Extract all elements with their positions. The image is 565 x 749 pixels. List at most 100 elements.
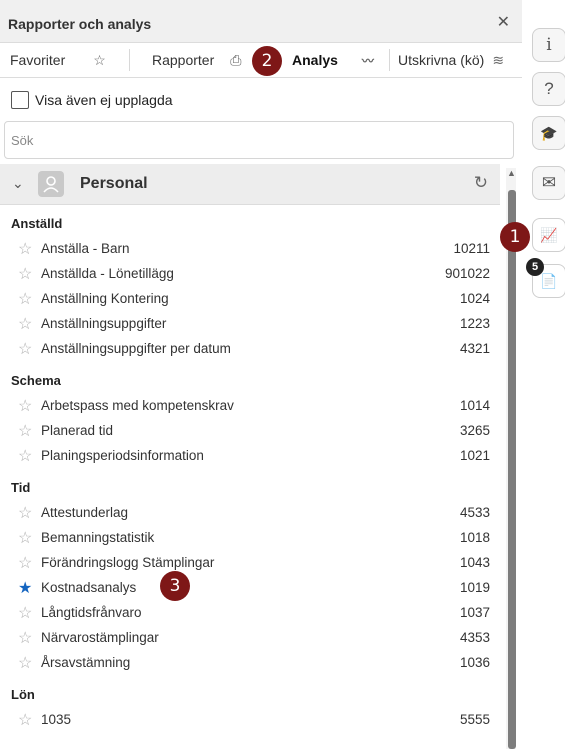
star-icon[interactable]: ☆ (18, 528, 32, 548)
scrollbar-thumb[interactable] (508, 190, 516, 749)
info-button[interactable]: i (532, 28, 565, 62)
tab-analys[interactable]: Analys 〰 (292, 43, 374, 77)
tab-rapporter[interactable]: Rapporter ⎙ (152, 43, 241, 77)
show-unpublished-checkbox[interactable] (11, 91, 29, 109)
item-count: 1037 (459, 605, 490, 620)
layers-icon: ≋ (492, 51, 505, 68)
mail-button[interactable]: ✉ (532, 166, 565, 200)
item-label: Årsavstämning (41, 655, 131, 670)
group-header-personal[interactable]: ⌄ Personal ↻ (0, 164, 500, 205)
star-icon[interactable]: ☆ (18, 553, 32, 573)
item-label: Attestunderlag (41, 505, 129, 520)
list-item[interactable]: ☆ Närvarostämplingar 4353 (0, 626, 500, 651)
list-item[interactable]: ☆ Anställningsuppgifter 1223 (0, 312, 500, 337)
item-label: Planerad tid (41, 423, 114, 438)
item-count: 901022 (444, 266, 490, 281)
item-label: Närvarostämplingar (41, 630, 159, 645)
star-icon[interactable]: ☆ (18, 503, 32, 523)
star-icon[interactable]: ☆ (18, 421, 32, 441)
item-label: Kostnadsanalys (41, 580, 137, 595)
list-item-favorite[interactable]: ★ Kostnadsanalys 1019 3 (0, 571, 500, 601)
right-sidebar: i ? 🎓 ✉ 📈 📄 5 (522, 0, 565, 749)
item-label: Planingsperiodsinformation (41, 448, 204, 463)
callout-badge-3: 3 (160, 571, 190, 601)
graduation-cap-icon: 🎓 (540, 124, 558, 141)
star-filled-icon[interactable]: ★ (18, 578, 32, 598)
item-count: 10211 (453, 241, 490, 256)
item-count: 5555 (459, 712, 490, 727)
help-button[interactable]: ? (532, 72, 565, 106)
education-button[interactable]: 🎓 (532, 116, 565, 150)
section-title: Schema (11, 373, 61, 388)
star-icon[interactable]: ☆ (18, 710, 32, 730)
star-icon[interactable]: ☆ (18, 289, 32, 309)
item-count: 1018 (459, 530, 490, 545)
tab-label: Utskrivna (kö) (398, 52, 485, 68)
item-count: 1021 (459, 448, 490, 463)
section-title: Anställd (11, 216, 63, 231)
star-icon[interactable]: ☆ (18, 396, 32, 416)
tab-favoriter[interactable]: Favoriter ☆ (10, 43, 106, 77)
scroll-up-arrow-icon[interactable]: ▲ (507, 168, 516, 178)
reports-panel: Rapporter och analys ✕ Favoriter ☆ Rappo… (0, 0, 523, 749)
item-label: 1035 (41, 712, 72, 727)
item-count: 1043 (459, 555, 490, 570)
item-count: 4353 (459, 630, 490, 645)
list-item[interactable]: ☆ Attestunderlag 4533 (0, 501, 500, 526)
list-item[interactable]: ☆ Planingsperiodsinformation 1021 (0, 444, 500, 469)
list-item[interactable]: ☆ Anställda - Lönetillägg 901022 (0, 262, 500, 287)
report-list: Anställd ☆ Anställa - Barn 10211 ☆ Anställd… (0, 205, 500, 733)
list-item[interactable]: ☆ Planerad tid 3265 (0, 419, 500, 444)
item-count: 1024 (459, 291, 490, 306)
list-item[interactable]: ☆ Årsavstämning 1036 (0, 651, 500, 676)
show-unpublished-row[interactable]: Visa även ej upplagda (11, 91, 173, 109)
star-icon[interactable]: ☆ (18, 239, 32, 259)
list-item[interactable]: ☆ Långtidsfrånvaro 1037 (0, 601, 500, 626)
item-label: Anställningsuppgifter per datum (41, 341, 231, 356)
chevron-down-icon[interactable]: ⌄ (12, 175, 24, 192)
group-title: Personal (80, 175, 148, 192)
printer-icon: ⎙ (230, 51, 242, 68)
item-label: Anställa - Barn (41, 241, 130, 256)
list-item[interactable]: ☆ Arbetspass med kompetenskrav 1014 (0, 394, 500, 419)
list-item[interactable]: ☆ 1035 5555 (0, 708, 500, 733)
item-label: Långtidsfrånvaro (41, 605, 142, 620)
list-item[interactable]: ☆ Anställningsuppgifter per datum 4321 (0, 337, 500, 362)
callout-badge-1: 1 (500, 222, 530, 252)
report-chart-icon: 📈 (540, 226, 558, 243)
tab-utskrivna[interactable]: Utskrivna (kö) ≋ (398, 43, 504, 77)
panel-titlebar: Rapporter och analys ✕ (0, 0, 522, 43)
mail-icon: ✉ (541, 173, 557, 192)
tab-label: Favoriter (10, 52, 66, 68)
list-item[interactable]: ☆ Förändringslogg Stämplingar 1043 (0, 551, 500, 576)
star-icon[interactable]: ☆ (18, 603, 32, 623)
item-count: 1223 (459, 316, 490, 331)
star-icon[interactable]: ☆ (18, 628, 32, 648)
star-icon[interactable]: ☆ (18, 339, 32, 359)
star-icon[interactable]: ☆ (18, 314, 32, 334)
tab-divider (129, 49, 130, 71)
star-icon[interactable]: ☆ (18, 653, 32, 673)
search-input[interactable] (4, 121, 514, 159)
list-item[interactable]: ☆ Anställa - Barn 10211 (0, 237, 500, 262)
item-count: 1019 (459, 580, 490, 595)
star-icon[interactable]: ☆ (18, 446, 32, 466)
callout-badge-2: 2 (252, 46, 282, 76)
close-icon[interactable]: ✕ (497, 12, 510, 32)
list-item[interactable]: ☆ Anställning Kontering 1024 (0, 287, 500, 312)
refresh-icon[interactable]: ↻ (474, 173, 488, 193)
item-count: 4321 (459, 341, 490, 356)
star-icon[interactable]: ☆ (18, 264, 32, 284)
help-icon: ? (544, 79, 554, 98)
report-button[interactable]: 📈 (532, 218, 565, 252)
tab-label: Analys (292, 52, 338, 68)
item-label: Bemanningstatistik (41, 530, 155, 545)
tab-label: Rapporter (152, 52, 215, 68)
item-label: Anställning Kontering (41, 291, 169, 306)
person-avatar-icon (38, 171, 64, 197)
item-count: 1014 (459, 398, 490, 413)
notification-count-badge: 5 (526, 258, 544, 276)
panel-title: Rapporter och analys (8, 16, 152, 32)
list-item[interactable]: ☆ Bemanningstatistik 1018 (0, 526, 500, 551)
item-count: 3265 (459, 423, 490, 438)
